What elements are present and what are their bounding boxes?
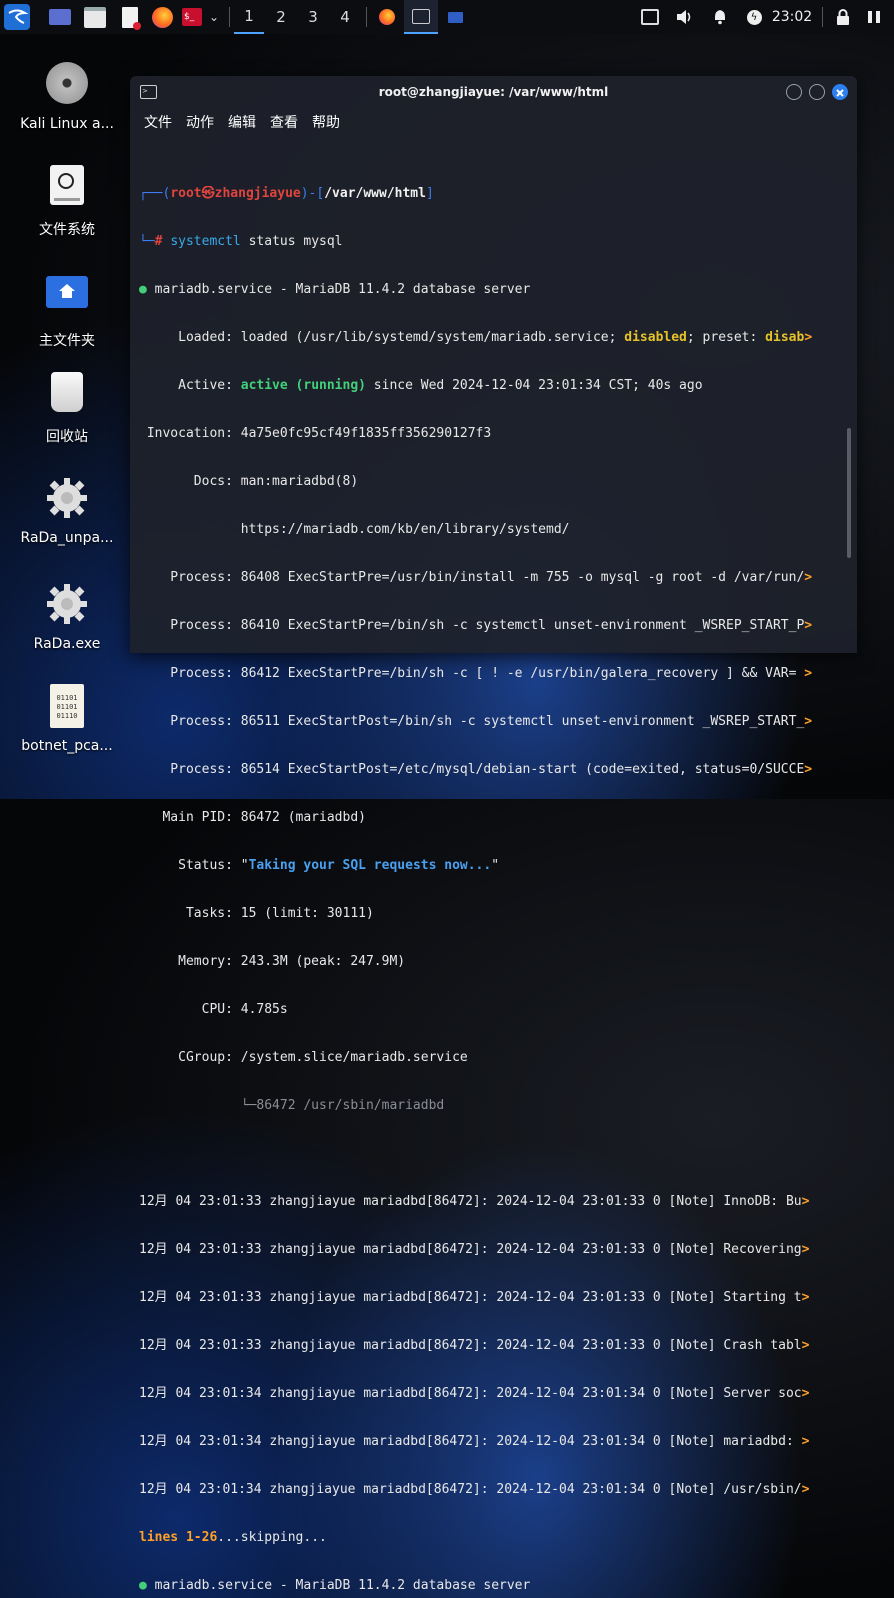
close-button[interactable] xyxy=(832,84,848,100)
mainpid-line: Main PID: 86472 (mariadbd) xyxy=(139,810,366,825)
desktop-icon-botnet-pcap[interactable]: 01101 01101 01110 botnet_pca... xyxy=(12,684,122,754)
menu-bar: 文件 动作 编辑 查看 帮助 xyxy=(144,112,340,132)
desktop-icon-label: RaDa_unpa... xyxy=(20,530,114,546)
cgroup-child-line: └─86472 /usr/sbin/mariadbd xyxy=(139,1098,445,1113)
log-line: 12月 04 23:01:34 zhangjiayue mariadbd[864… xyxy=(139,1434,810,1449)
show-desktop-icon[interactable] xyxy=(47,0,73,34)
terminal-app-icon[interactable]: $_ xyxy=(180,0,204,34)
file-manager-icon[interactable] xyxy=(82,0,108,34)
gear-file-icon xyxy=(44,476,90,522)
trash-icon xyxy=(44,372,90,418)
desktop-icon-label: Kali Linux a... xyxy=(20,116,114,132)
status-line: Status: "Taking your SQL requests now...… xyxy=(139,858,500,873)
window-titlebar[interactable]: > root@zhangjiayue: /var/www/html xyxy=(130,76,857,110)
binary-file-icon: 01101 01101 01110 xyxy=(44,684,90,730)
desktop-icon-label: 回收站 xyxy=(46,429,88,445)
service-line-2: ● mariadb.service - MariaDB 11.4.2 datab… xyxy=(139,1578,531,1593)
separator xyxy=(822,7,823,27)
window-title: root@zhangjiayue: /var/www/html xyxy=(378,85,609,99)
scrollbar[interactable] xyxy=(847,428,851,558)
menu-actions[interactable]: 动作 xyxy=(186,112,214,132)
taskbar-terminal-window[interactable] xyxy=(404,0,438,34)
log-line: 12月 04 23:01:33 zhangjiayue mariadbd[864… xyxy=(139,1194,810,1209)
process-line: Process: 86412 ExecStartPre=/bin/sh -c [… xyxy=(139,666,813,681)
kali-dragon-icon xyxy=(4,4,30,30)
memory-line: Memory: 243.3M (peak: 247.9M) xyxy=(139,954,406,969)
lock-screen-icon[interactable] xyxy=(832,0,854,34)
terminal-output[interactable]: ┌──(root㉿zhangjiayue)-[/var/www/html] └─… xyxy=(139,154,829,1598)
process-line: Process: 86408 ExecStartPre=/usr/bin/ins… xyxy=(139,570,813,585)
log-line: 12月 04 23:01:33 zhangjiayue mariadbd[864… xyxy=(139,1290,810,1305)
taskbar-firefox-window[interactable] xyxy=(374,0,400,34)
minimize-button[interactable] xyxy=(786,84,802,100)
menu-file[interactable]: 文件 xyxy=(144,112,172,132)
maximize-button[interactable] xyxy=(809,84,825,100)
pager-line: lines 1-26...skipping... xyxy=(139,1530,327,1545)
close-icon xyxy=(836,89,844,97)
desktop-icon-trash[interactable]: 回收站 xyxy=(12,372,122,446)
firefox-icon xyxy=(379,9,395,25)
separator xyxy=(366,7,367,27)
command-line: └─# systemctl status mysql xyxy=(139,234,343,249)
workspace-1[interactable]: 1 xyxy=(234,0,264,34)
notification-bell-icon[interactable] xyxy=(708,0,732,34)
top-panel: $_ ⌄ 1 2 3 4 ϟ 23:02 xyxy=(0,0,894,34)
menu-view[interactable]: 查看 xyxy=(270,112,298,132)
process-line: Process: 86410 ExecStartPre=/bin/sh -c s… xyxy=(139,618,813,633)
desktop-icon-label: 文件系统 xyxy=(39,222,95,238)
power-manager-icon[interactable]: ϟ xyxy=(743,0,765,34)
drive-icon xyxy=(44,165,90,211)
taskbar-folder-window[interactable] xyxy=(442,0,468,34)
docs-line: Docs: man:mariadbd(8) xyxy=(139,474,359,489)
loaded-line: Loaded: loaded (/usr/lib/systemd/system/… xyxy=(139,330,813,345)
chevron-down-icon[interactable]: ⌄ xyxy=(206,0,222,34)
firefox-icon[interactable] xyxy=(149,0,175,34)
clock-time: 23:02 xyxy=(771,9,813,25)
service-title: mariadb.service - MariaDB 11.4.2 databas… xyxy=(146,282,531,297)
tasks-line: Tasks: 15 (limit: 30111) xyxy=(139,906,374,921)
cpu-line: CPU: 4.785s xyxy=(139,1002,288,1017)
terminal-window[interactable]: > root@zhangjiayue: /var/www/html 文件 动作 … xyxy=(130,76,857,1593)
disc-icon xyxy=(44,62,90,108)
active-line: Active: active (running) since Wed 2024-… xyxy=(139,378,703,393)
terminal-icon xyxy=(412,8,430,24)
desktop-icon-label: RaDa.exe xyxy=(33,636,101,652)
desktop-icon-kali-disc[interactable]: Kali Linux a... xyxy=(12,62,122,132)
desktop-icon-filesystem[interactable]: 文件系统 xyxy=(12,165,122,239)
menu-help[interactable]: 帮助 xyxy=(312,112,340,132)
volume-icon[interactable] xyxy=(672,0,696,34)
cgroup-line: CGroup: /system.slice/mariadb.service xyxy=(139,1050,468,1065)
log-line: 12月 04 23:01:33 zhangjiayue mariadbd[864… xyxy=(139,1338,810,1353)
workspace-3[interactable]: 3 xyxy=(298,0,328,34)
menu-edit[interactable]: 编辑 xyxy=(228,112,256,132)
kali-menu-button[interactable] xyxy=(2,0,32,34)
home-folder-icon xyxy=(44,276,90,322)
workspace-4[interactable]: 4 xyxy=(330,0,360,34)
logout-icon[interactable] xyxy=(862,0,886,34)
separator xyxy=(229,7,230,27)
screen-icon[interactable] xyxy=(638,0,662,34)
desktop-icon-home[interactable]: 主文件夹 xyxy=(12,270,122,350)
log-line: 12月 04 23:01:34 zhangjiayue mariadbd[864… xyxy=(139,1386,810,1401)
process-line: Process: 86514 ExecStartPost=/etc/mysql/… xyxy=(139,762,813,777)
text-editor-icon[interactable] xyxy=(117,0,143,34)
gear-file-icon xyxy=(44,582,90,628)
process-line: Process: 86511 ExecStartPost=/bin/sh -c … xyxy=(139,714,813,729)
service-line: ● mariadb.service - MariaDB 11.4.2 datab… xyxy=(139,282,531,297)
log-line: 12月 04 23:01:33 zhangjiayue mariadbd[864… xyxy=(139,1242,810,1257)
docs-url-line: https://mariadb.com/kb/en/library/system… xyxy=(139,522,570,537)
log-line: 12月 04 23:01:34 zhangjiayue mariadbd[864… xyxy=(139,1482,810,1497)
invocation-line: Invocation: 4a75e0fc95cf49f1835ff3562901… xyxy=(139,426,492,441)
desktop-icon-label: 主文件夹 xyxy=(39,333,95,349)
desktop-icon-rada-exe[interactable]: RaDa.exe xyxy=(12,582,122,652)
folder-icon xyxy=(447,11,463,23)
clock[interactable]: 23:02 xyxy=(769,0,815,34)
desktop-icon-rada-unpacked[interactable]: RaDa_unpa... xyxy=(12,476,122,546)
desktop-icon-label: botnet_pca... xyxy=(21,738,113,754)
prompt-line: ┌──(root㉿zhangjiayue)-[/var/www/html] xyxy=(139,186,434,201)
workspace-2[interactable]: 2 xyxy=(266,0,296,34)
